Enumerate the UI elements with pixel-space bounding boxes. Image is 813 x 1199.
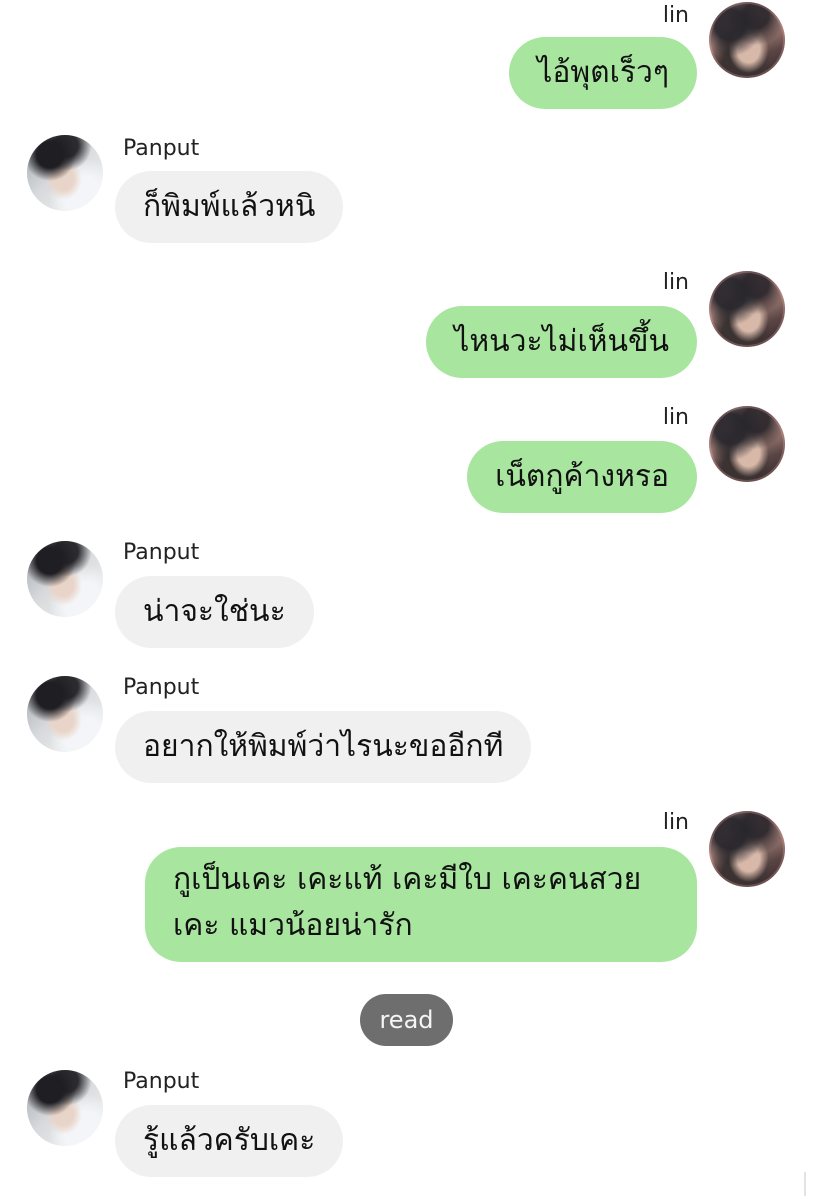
sender-name: lin — [662, 405, 689, 430]
sender-name: Panput — [123, 136, 200, 161]
message-bubble[interactable]: ก็พิมพ์แล้วหนิ — [115, 171, 344, 243]
sender-name: Panput — [123, 1069, 200, 1094]
message-bubble[interactable]: อยากให้พิมพ์ว่าไรนะขออีกที — [115, 711, 532, 783]
avatar-panput[interactable] — [27, 541, 103, 617]
message-row-outgoing: lin กูเป็นเคะ เคะแท้ เคะมีใบ เคะคนสวย เค… — [0, 809, 813, 964]
avatar-lin[interactable] — [709, 406, 785, 482]
sender-name: lin — [662, 270, 689, 295]
message-bubble[interactable]: น่าจะใช่นะ — [115, 576, 314, 648]
message-row-outgoing: lin ไหนวะไม่เห็นขึ้น — [0, 269, 813, 381]
message-bubble[interactable]: กูเป็นเคะ เคะแท้ เคะมีใบ เคะคนสวย เคะ แม… — [145, 847, 697, 962]
sender-name: lin — [662, 810, 689, 835]
message-row-outgoing: lin เน็ตกูค้างหรอ — [0, 404, 813, 516]
scrollbar[interactable] — [804, 1172, 806, 1196]
message-row-incoming: Panput รู้แล้วครับเคะ — [0, 1068, 813, 1180]
message-bubble[interactable]: ไหนวะไม่เห็นขึ้น — [426, 306, 697, 378]
sender-name: Panput — [123, 675, 200, 700]
sender-name: lin — [662, 3, 689, 28]
message-bubble[interactable]: เน็ตกูค้างหรอ — [467, 441, 697, 513]
avatar-panput[interactable] — [27, 676, 103, 752]
message-row-outgoing: lin ไอ้พุตเร็วๆ — [0, 0, 813, 110]
sender-name: Panput — [123, 540, 200, 565]
avatar-panput[interactable] — [27, 1070, 103, 1146]
avatar-panput[interactable] — [27, 135, 103, 211]
avatar-lin[interactable] — [709, 271, 785, 347]
message-row-incoming: Panput น่าจะใช่นะ — [0, 539, 813, 651]
message-bubble[interactable]: รู้แล้วครับเคะ — [115, 1105, 344, 1177]
avatar-lin[interactable] — [709, 811, 785, 887]
message-bubble[interactable]: ไอ้พุตเร็วๆ — [509, 37, 697, 109]
read-receipt-badge: read — [360, 994, 453, 1046]
message-row-incoming: Panput อยากให้พิมพ์ว่าไรนะขออีกที — [0, 674, 813, 786]
avatar-lin[interactable] — [709, 2, 785, 78]
message-row-incoming: Panput ก็พิมพ์แล้วหนิ — [0, 133, 813, 245]
